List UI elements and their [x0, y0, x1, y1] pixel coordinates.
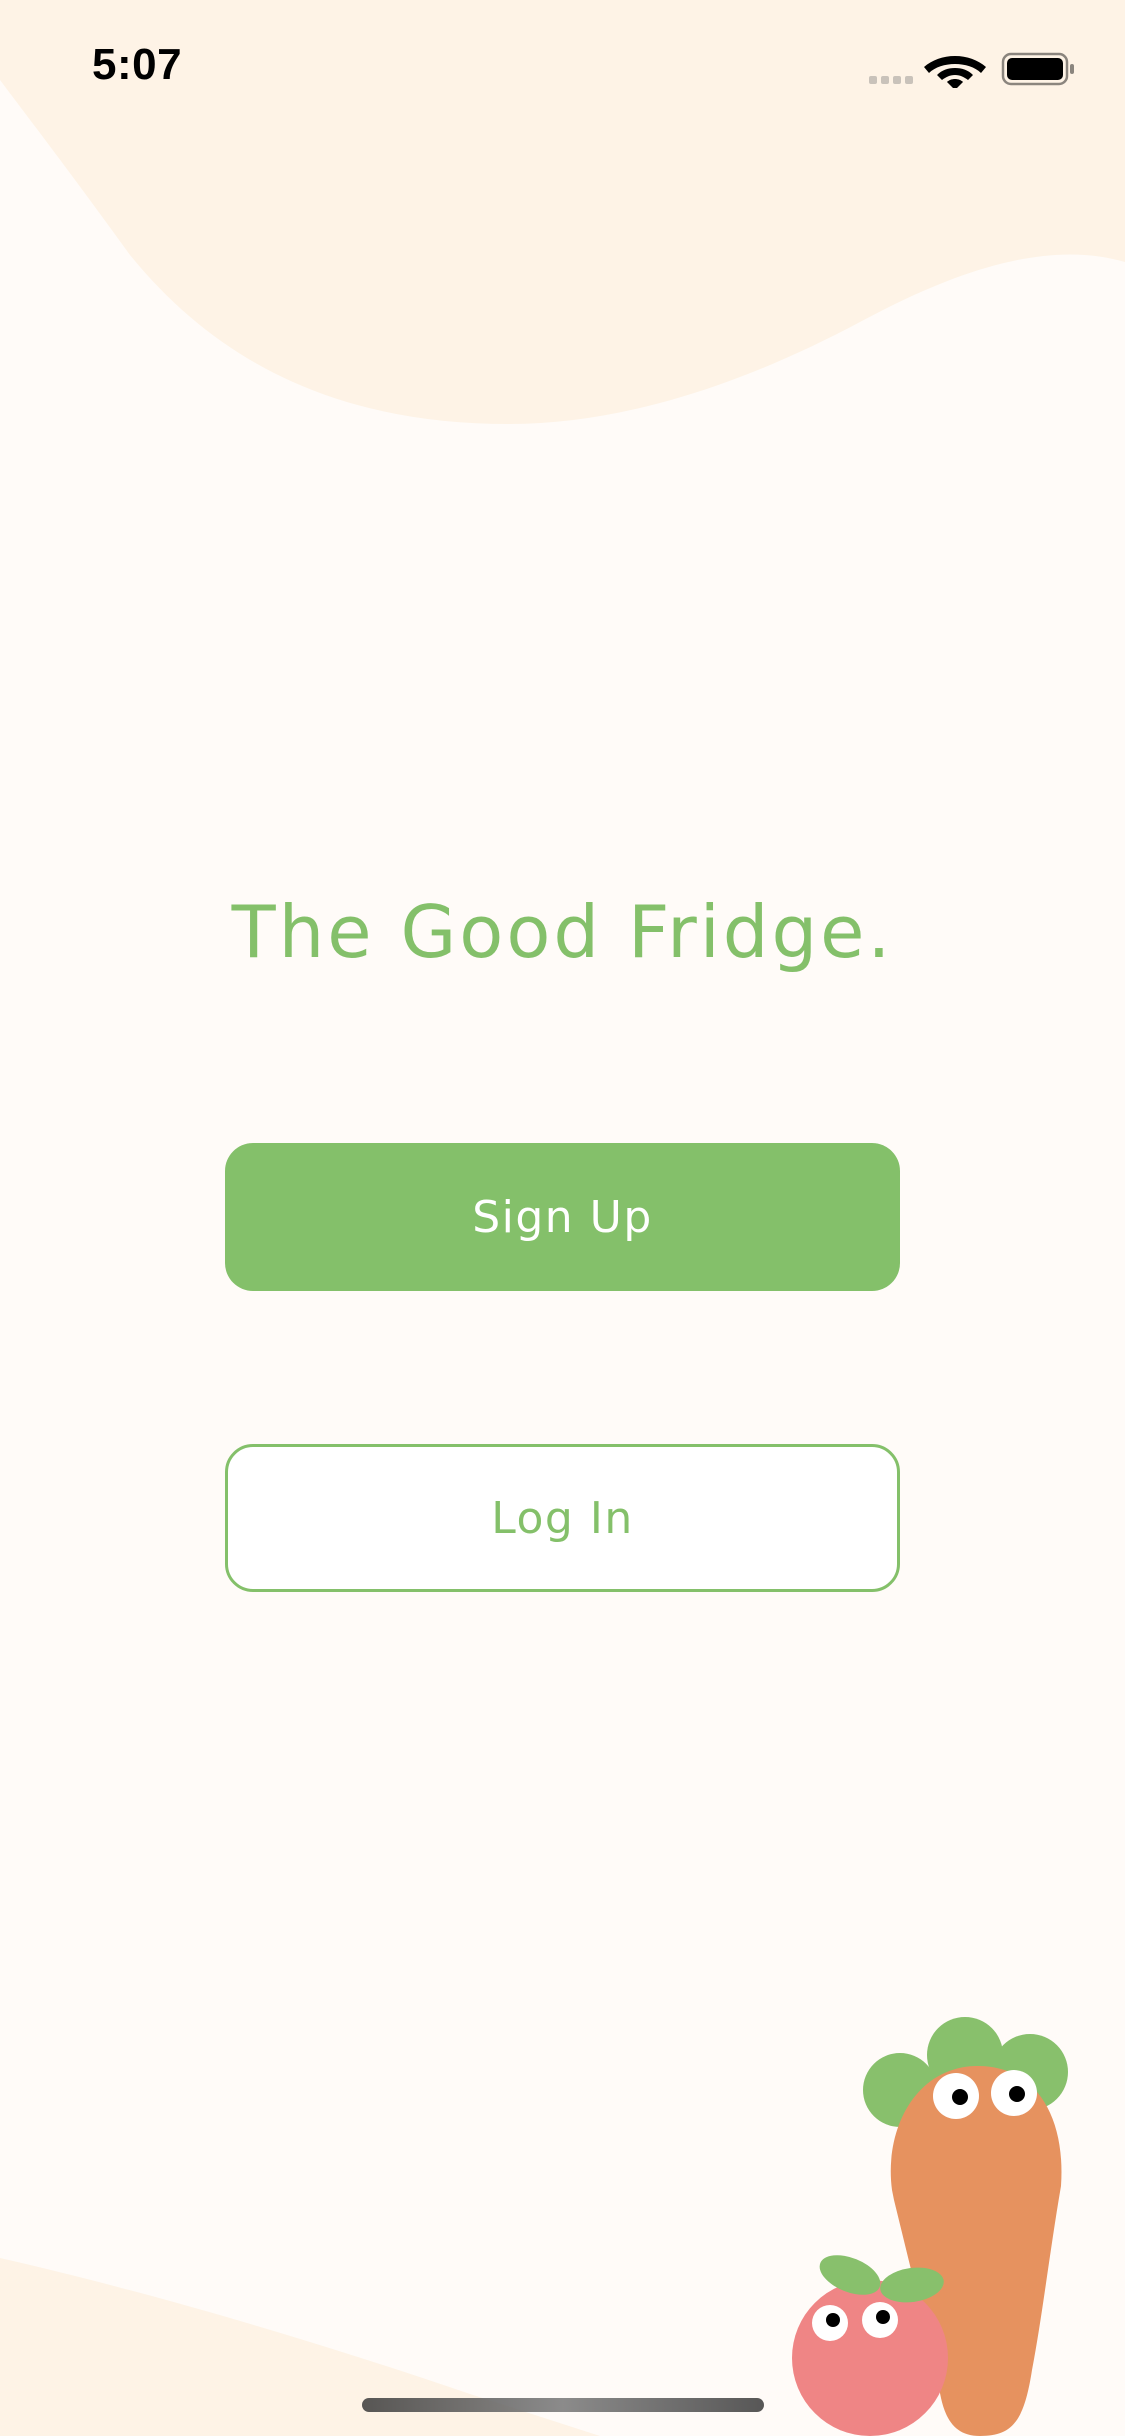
status-time: 5:07 — [92, 40, 183, 89]
home-indicator[interactable] — [362, 2398, 764, 2412]
signup-button-label: Sign Up — [472, 1191, 653, 1243]
login-button[interactable]: Log In — [225, 1444, 900, 1592]
battery-icon — [1001, 52, 1074, 86]
signup-button[interactable]: Sign Up — [225, 1143, 900, 1291]
login-button-label: Log In — [491, 1492, 634, 1544]
signal-dots-icon — [869, 76, 913, 84]
wifi-icon — [924, 56, 986, 88]
tomato-mascot — [792, 2255, 948, 2436]
status-bar: 5:07 — [0, 0, 1125, 140]
mascot-illustration — [792, 2017, 1068, 2436]
status-icons — [869, 52, 1074, 88]
app-title: The Good Fridge. — [231, 890, 894, 974]
